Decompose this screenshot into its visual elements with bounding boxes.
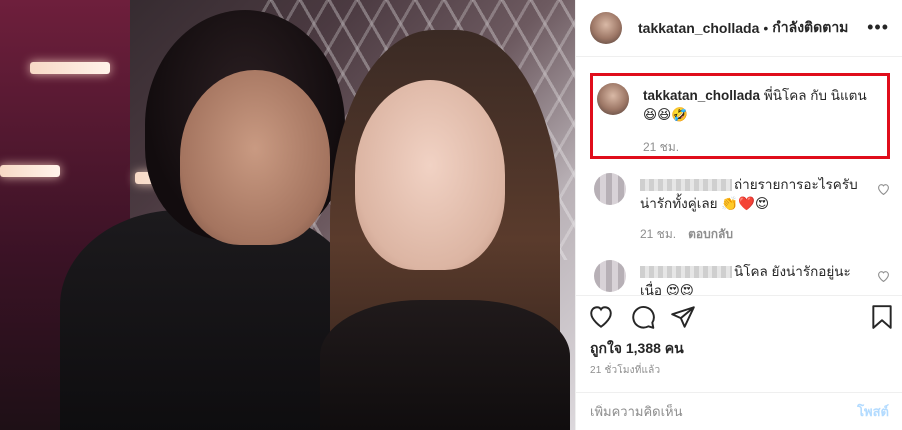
post-side-panel: takkatan_chollada • กำลังติดตาม ••• takk… (575, 0, 902, 430)
header-separator: • (763, 20, 769, 36)
comment-like-heart-icon[interactable] (877, 270, 890, 282)
avatar[interactable] (590, 12, 622, 44)
instagram-post: takkatan_chollada • กำลังติดตาม ••• takk… (0, 0, 902, 430)
person-right-body (320, 300, 570, 430)
comment-time[interactable]: 21 ชม. (640, 227, 676, 241)
action-bar (576, 295, 902, 339)
comment-avatar[interactable] (594, 173, 626, 205)
post-photo[interactable] (0, 0, 575, 430)
heart-icon[interactable] (588, 304, 614, 330)
comment-icon[interactable] (630, 304, 656, 330)
comment-input[interactable] (590, 404, 858, 419)
comment-username-blurred[interactable] (640, 179, 732, 192)
comment-like-heart-icon[interactable] (877, 183, 890, 195)
comment-username-blurred[interactable] (640, 266, 732, 279)
more-options-icon[interactable]: ••• (867, 18, 889, 36)
comment-meta: 21 ชม. ตอบกลับ (640, 225, 733, 244)
caption-avatar[interactable] (597, 83, 629, 115)
caption-text: พี่นิโคล กับ นิแตน (763, 88, 867, 103)
stage-light (30, 62, 110, 74)
person-left-face (180, 70, 330, 245)
person-right-face (355, 80, 505, 270)
comment-text-block: ถ่ายรายการอะไรครับ น่ารักทั้งคู่เลย 👏❤️😍 (640, 175, 860, 213)
header-username[interactable]: takkatan_chollada (638, 20, 759, 36)
caption-username[interactable]: takkatan_chollada (643, 88, 760, 103)
following-button[interactable]: กำลังติดตาม (772, 17, 848, 39)
post-comment-button[interactable]: โพสต์ (857, 401, 889, 422)
share-icon[interactable] (670, 304, 696, 330)
caption-time[interactable]: 21 ชม. (643, 138, 679, 157)
bookmark-icon[interactable] (869, 304, 895, 330)
reply-button[interactable]: ตอบกลับ (688, 227, 733, 241)
comment-avatar[interactable] (594, 260, 626, 292)
add-comment-bar: โพสต์ (576, 392, 902, 430)
comment-emojis: 👏❤️😍 (721, 196, 770, 211)
caption-text-block: takkatan_chollada พี่นิโคล กับ นิแตน 😆😆🤣 (643, 86, 883, 124)
comment-text: นิโคล ยังน่ารักอยู่นะ (734, 264, 851, 279)
like-count[interactable]: ถูกใจ 1,388 คน (590, 338, 684, 360)
post-header: takkatan_chollada • กำลังติดตาม ••• (576, 0, 902, 57)
post-timestamp[interactable]: 21 ชั่วโมงที่แล้ว (590, 363, 660, 378)
caption-emojis: 😆😆🤣 (643, 107, 688, 122)
person-left-body (60, 210, 360, 430)
caption-highlight-box: takkatan_chollada พี่นิโคล กับ นิแตน 😆😆🤣… (590, 73, 890, 159)
stage-light (0, 165, 60, 177)
